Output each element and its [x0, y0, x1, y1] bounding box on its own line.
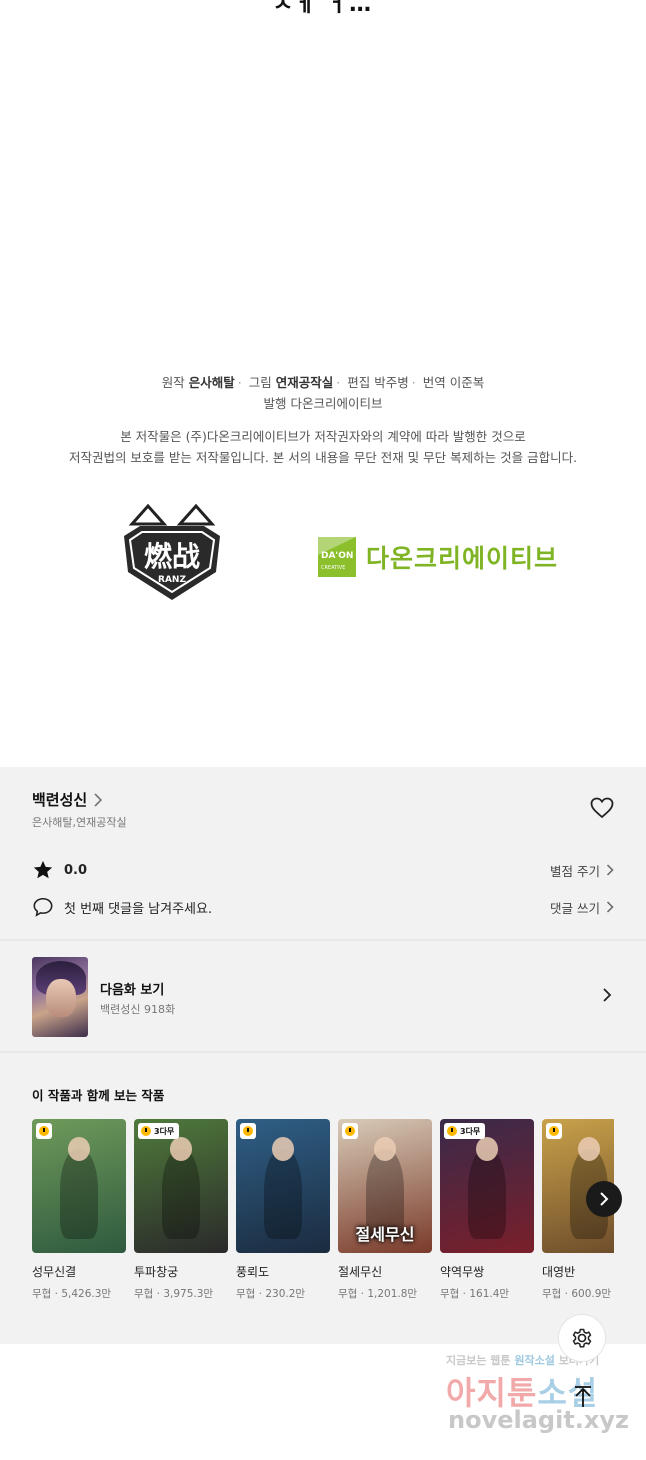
recommendation-cover: 절세무신	[338, 1119, 432, 1253]
recommendations-carousel: 성무신결 무협 · 5,426.3만 3다무 투파창궁 무협 · 3,975.3만 풍뢰도…	[32, 1119, 614, 1309]
recommendation-meta: 무협 · 3,975.3만	[134, 1288, 214, 1300]
original-label: 원작	[161, 375, 185, 390]
translator-label: 번역	[422, 375, 446, 390]
recommendation-card[interactable]: 성무신결무협 · 5,426.3만	[32, 1119, 126, 1301]
series-authors: 은사해탈,연재공작실	[32, 816, 127, 829]
wait-free-badge: 3다무	[444, 1123, 486, 1139]
next-episode-thumbnail	[32, 957, 88, 1037]
comment-row: 첫 번째 댓글을 남겨주세요. 댓글 쓰기	[32, 894, 614, 920]
chevron-right-icon	[606, 901, 614, 913]
recommendation-title: 풍뢰도	[236, 1265, 270, 1279]
translator-name: 이준복	[449, 375, 485, 390]
next-episode-title: 다음화 보기	[100, 983, 165, 998]
publisher-logos: 燃战 RANZ DA'ON CREATIVE 다온크리에이티브	[0, 500, 646, 610]
wait-free-badge	[36, 1123, 52, 1139]
clock-icon	[39, 1126, 49, 1136]
series-info: 백련성신 은사해탈,연재공작실 0.0 별점 주기 첫 번째 댓글을 남겨주세요…	[0, 767, 646, 939]
art-author: 연재공작실	[275, 375, 334, 390]
clock-icon	[549, 1126, 559, 1136]
daon-logo-mark: DA'ON CREATIVE	[318, 537, 356, 577]
daon-logo-text: 다온크리에이티브	[366, 544, 559, 573]
credits-line-1: 원작 은사해탈 · 그림 연재공작실 · 편집 박주병 · 번역 이준복	[161, 375, 485, 390]
chevron-right-icon	[600, 1192, 609, 1206]
next-episode-subtitle: 백련성신 918화	[100, 1003, 176, 1016]
clock-icon	[141, 1126, 151, 1136]
original-author: 은사해탈	[188, 375, 235, 390]
credits-line-2: 발행 다온크리에이티브	[0, 393, 646, 414]
publisher-name: 다온크리에이티브	[290, 396, 383, 411]
recommendation-title: 절세무신	[338, 1265, 383, 1279]
rate-button-label: 별점 주기	[550, 863, 600, 879]
copyright-notice: 본 저작물은 (주)다온크리에이티브가 저작권자와의 계약에 따라 발행한 것으…	[0, 426, 646, 468]
speech-bubble-icon	[32, 896, 54, 918]
watermark-line-3: novelagit.xyz	[448, 1406, 630, 1434]
comment-prompt: 첫 번째 댓글을 남겨주세요.	[64, 901, 213, 917]
settings-button[interactable]	[558, 1314, 606, 1362]
heart-outline-icon[interactable]	[590, 797, 614, 819]
recommendation-cover: 3다무	[134, 1119, 228, 1253]
recommendation-cover: 3다무	[440, 1119, 534, 1253]
chevron-right-icon	[606, 864, 614, 876]
daon-creative-logo: DA'ON CREATIVE 다온크리에이티브	[318, 536, 558, 578]
credits: 원작 은사해탈 · 그림 연재공작실 · 편집 박주병 · 번역 이준복 발행 다온크…	[0, 372, 646, 414]
chevron-right-icon	[603, 988, 612, 1002]
editor-name: 박주병	[374, 375, 409, 390]
series-title-link[interactable]: 백련성신	[32, 789, 103, 810]
clock-icon	[345, 1126, 355, 1136]
ranz-logo: 燃战 RANZ	[124, 503, 220, 600]
recommendations-heading: 이 작품과 함께 보는 작품	[32, 1088, 165, 1103]
carousel-next-button[interactable]	[586, 1181, 622, 1217]
svg-text:RANZ: RANZ	[158, 575, 186, 585]
recommendation-title: 투파창궁	[134, 1265, 179, 1279]
recommendation-meta: 무협 · 5,426.3만	[32, 1288, 112, 1300]
notice-line-1: 본 저작물은 (주)다온크리에이티브가 저작권자와의 계약에 따라 발행한 것으…	[120, 429, 526, 444]
wait-free-badge	[240, 1123, 256, 1139]
divider	[0, 1051, 646, 1053]
recommendation-meta: 무협 · 1,201.8만	[338, 1288, 418, 1300]
badge-label: 3다무	[154, 1126, 175, 1136]
rate-button[interactable]: 별점 주기	[550, 861, 614, 880]
wait-free-badge	[546, 1123, 562, 1139]
clock-icon	[243, 1126, 253, 1136]
recommendation-card[interactable]: 절세무신 절세무신 무협 · 1,201.8만	[338, 1119, 432, 1301]
rating-row: 0.0 별점 주기	[32, 857, 614, 883]
write-comment-button[interactable]: 댓글 쓰기	[550, 898, 614, 917]
recommendation-card[interactable]: 풍뢰도무협 · 230.2만	[236, 1119, 330, 1301]
badge-label: 3다무	[460, 1126, 481, 1136]
recommendation-card[interactable]: 3다무투파창궁무협 · 3,975.3만	[134, 1119, 228, 1301]
wait-free-badge	[342, 1123, 358, 1139]
recommendation-title: 성무신결	[32, 1265, 77, 1279]
previous-image-text-fragment: ㅅㅔ ㅓ…	[272, 0, 374, 17]
recommendation-title: 약역무쌍	[440, 1265, 485, 1279]
wait-free-badge: 3다무	[138, 1123, 180, 1139]
series-title: 백련성신	[32, 791, 88, 809]
recommendation-meta: 무협 · 161.4만	[440, 1288, 510, 1300]
recommendation-meta: 무협 · 230.2만	[236, 1288, 306, 1300]
rating-value: 0.0	[64, 862, 88, 878]
chevron-right-icon	[94, 792, 103, 807]
next-episode-button[interactable]: 다음화 보기 백련성신 918화	[0, 941, 646, 1051]
star-icon	[32, 859, 54, 881]
art-label: 그림	[248, 375, 272, 390]
cover-title-text: 절세무신	[355, 1225, 415, 1244]
arrow-up-icon	[575, 1386, 591, 1407]
recommendation-card[interactable]: 3다무약역무쌍무협 · 161.4만	[440, 1119, 534, 1301]
scroll-to-top-button[interactable]	[566, 1380, 600, 1414]
clock-icon	[447, 1126, 457, 1136]
svg-text:燃战: 燃战	[144, 540, 200, 573]
editor-label: 편집	[347, 375, 371, 390]
recommendation-meta: 무협 · 600.9만	[542, 1288, 612, 1300]
gear-icon	[572, 1328, 592, 1348]
notice-line-2: 저작권법의 보호를 받는 저작물입니다. 본 서의 내용을 무단 전재 및 무단…	[68, 450, 578, 465]
episode-footer-panel: 백련성신 은사해탈,연재공작실 0.0 별점 주기 첫 번째 댓글을 남겨주세요…	[0, 767, 646, 1344]
write-comment-label: 댓글 쓰기	[550, 900, 600, 916]
recommendation-cover	[32, 1119, 126, 1253]
recommendation-cover	[236, 1119, 330, 1253]
recommendation-title: 대영반	[542, 1265, 576, 1279]
publisher-label: 발행	[263, 396, 287, 411]
